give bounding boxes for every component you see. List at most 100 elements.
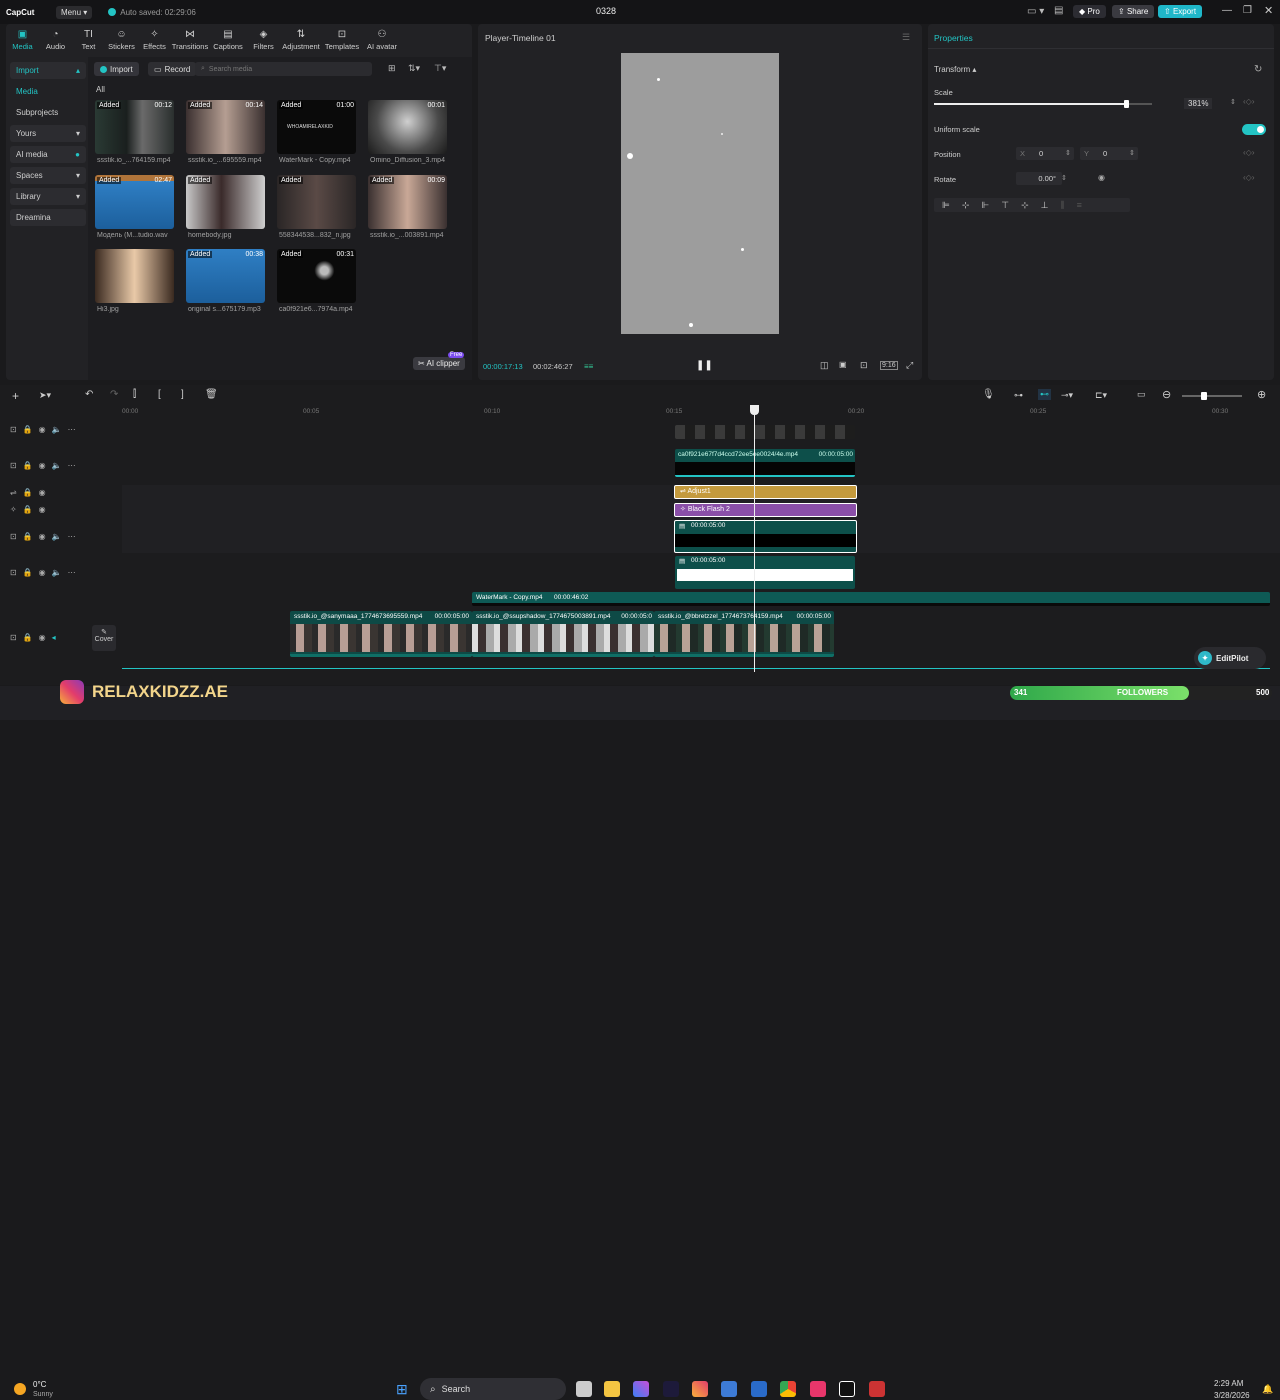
scale-slider[interactable] <box>934 100 1152 108</box>
speaker-icon[interactable]: 🔈 <box>52 568 62 577</box>
capcut-icon[interactable] <box>839 1381 855 1397</box>
after-effects-icon[interactable] <box>663 1381 679 1397</box>
zoom-slider[interactable] <box>1182 392 1242 400</box>
tab-captions[interactable]: ▤ Captions <box>209 26 247 51</box>
select-tool-icon[interactable]: ➤▾ <box>39 390 51 401</box>
export-button[interactable]: ⇧ Export <box>1158 5 1203 18</box>
stepper-icon[interactable]: ⇕ <box>1129 149 1135 157</box>
playhead-handle[interactable] <box>750 405 759 415</box>
eye-icon[interactable]: ◉ <box>39 568 46 577</box>
more-icon[interactable]: ⋯ <box>68 461 76 470</box>
record-button[interactable]: ▭ Record <box>148 62 197 76</box>
project-title[interactable]: 0328 <box>596 6 616 16</box>
instagram-app-icon[interactable] <box>692 1381 708 1397</box>
clip-main-1[interactable]: ssstik.io_@sanymaaa_1774673695559.mp4 00… <box>290 611 472 657</box>
align-middle-icon[interactable]: ⊹ <box>1021 200 1029 211</box>
notifications-icon[interactable]: 🔔 <box>1262 1384 1273 1395</box>
tab-transitions[interactable]: ⋈ Transitions <box>171 26 209 51</box>
snap-icon[interactable]: ⊸▾ <box>1061 390 1073 401</box>
copilot-icon[interactable] <box>633 1381 649 1397</box>
sidebar-item-ai-media[interactable]: AI media ● <box>10 146 86 163</box>
uniform-scale-toggle[interactable] <box>1242 124 1266 135</box>
align-top-icon[interactable]: ⊤ <box>1001 200 1009 211</box>
scale-knob[interactable] <box>1123 100 1129 108</box>
tab-filters[interactable]: ◈ Filters <box>247 26 280 51</box>
keyframe-icon[interactable]: ‹◇› <box>1243 173 1254 182</box>
clip-main-2[interactable]: ssstik.io_@ssupshadow_1774675003891.mp4 … <box>472 611 654 657</box>
player-menu-icon[interactable]: ☰ <box>902 32 910 43</box>
chrome-icon[interactable] <box>780 1381 796 1397</box>
close-icon[interactable]: ✕ <box>1264 4 1273 17</box>
zoom-out-icon[interactable]: ⊖ <box>1162 388 1171 401</box>
fullscreen-icon[interactable]: ⤢ <box>906 360 913 371</box>
task-view-icon[interactable] <box>576 1381 592 1397</box>
lock-icon[interactable]: 🔒 <box>23 461 33 470</box>
rotate-dial-icon[interactable]: ◉ <box>1098 173 1105 182</box>
speaker-icon[interactable]: 🔈 <box>52 461 62 470</box>
playhead[interactable] <box>754 407 755 672</box>
sidebar-item-subprojects[interactable]: Subprojects <box>10 104 86 121</box>
eye-icon[interactable]: ◉ <box>39 505 46 514</box>
keyframe-icon[interactable]: ‹◇› <box>1243 97 1254 106</box>
file-explorer-icon[interactable] <box>604 1381 620 1397</box>
media-thumb[interactable]: Added 02:47 <box>95 175 174 229</box>
zoom-knob[interactable] <box>1201 392 1207 400</box>
rotate-field[interactable]: 0.00° <box>1016 172 1062 185</box>
clip-adjust[interactable]: ⇌ Adjust1 <box>674 485 857 499</box>
lock-icon[interactable]: 🔒 <box>23 425 33 434</box>
weather-text[interactable]: Sunny <box>33 1391 53 1398</box>
recorder-icon[interactable] <box>869 1381 885 1397</box>
mail-icon[interactable] <box>751 1381 767 1397</box>
media-thumb[interactable]: 00:01 <box>368 100 447 154</box>
tab-audio[interactable]: ◔ Audio <box>39 26 72 51</box>
media-thumb[interactable] <box>95 249 174 303</box>
add-icon[interactable]: + <box>12 389 19 403</box>
crop-icon[interactable]: ◫ <box>820 360 829 371</box>
pro-button[interactable]: ◆ Pro <box>1073 5 1106 18</box>
clip-ca0[interactable]: ca0f921e67f7d4ccd72ee5ee0024/4e.mp4 00:0… <box>675 449 855 477</box>
more-icon[interactable]: ⋯ <box>68 532 76 541</box>
magnet-icon[interactable]: ⊷ <box>1038 389 1051 400</box>
lock-icon[interactable]: 🔒 <box>23 633 33 642</box>
mic-icon[interactable]: 🎙 <box>982 389 995 400</box>
align-right-icon[interactable]: ⊩ <box>981 200 989 211</box>
eye-icon[interactable]: ◉ <box>39 633 46 642</box>
sidebar-item-dreamina[interactable]: Dreamina <box>10 209 86 226</box>
filter-all[interactable]: All <box>96 85 105 94</box>
scale-value[interactable]: 381% <box>1184 98 1213 109</box>
tab-ai-avatar[interactable]: ⚇ AI avatar <box>362 26 402 51</box>
media-thumb[interactable]: Added 00:09 <box>368 175 447 229</box>
media-thumb[interactable]: Added <box>186 175 265 229</box>
undo-icon[interactable]: ↶ <box>85 389 93 400</box>
tab-adjustment[interactable]: ⇅ Adjustment <box>280 26 322 51</box>
tiktok-icon[interactable] <box>810 1381 826 1397</box>
delete-icon[interactable]: 🗑 <box>205 389 218 400</box>
monitor-icon[interactable]: ▭ <box>1137 389 1146 400</box>
lock-icon[interactable]: 🔒 <box>23 505 33 514</box>
menu-button[interactable]: Menu ▾ <box>56 5 93 19</box>
screenshot-icon[interactable]: ⊡ <box>860 360 868 371</box>
eye-icon[interactable]: ◉ <box>39 488 46 497</box>
speaker-icon[interactable]: 🔈 <box>52 532 62 541</box>
clip-black[interactable]: ▤ 00:00:05:00 <box>674 520 857 553</box>
store-icon[interactable] <box>721 1381 737 1397</box>
media-thumb[interactable]: Added 00:38 <box>186 249 265 303</box>
tab-media[interactable]: ▣ Media <box>6 26 39 51</box>
ai-clipper-button[interactable]: ✂ AI clipper <box>413 357 465 370</box>
filter-icon[interactable]: ⊤▾ <box>434 63 446 74</box>
transform-section[interactable]: Transform ▴ <box>934 65 976 74</box>
video-preview[interactable] <box>621 53 779 334</box>
taskbar-search[interactable]: ⌕ Search <box>420 1378 566 1400</box>
cover-button[interactable]: ✎ Cover <box>92 625 116 651</box>
eye-icon[interactable]: ◉ <box>39 461 46 470</box>
eye-icon[interactable]: ◉ <box>39 532 46 541</box>
timeline-ruler[interactable]: 00:00 00:05 00:10 00:15 00:20 00:25 00:3… <box>120 407 1280 419</box>
clip-watermark[interactable]: WaterMark - Copy.mp4 00:00:46:02 <box>472 592 1270 606</box>
minimize-icon[interactable]: — <box>1222 5 1232 16</box>
stepper-icon[interactable]: ⇕ <box>1065 149 1071 157</box>
pause-icon[interactable]: ❚❚ <box>696 360 713 371</box>
ratio-button[interactable]: 9:16 <box>880 361 898 370</box>
link-icon[interactable]: ⊶ <box>1014 390 1023 401</box>
speaker-icon[interactable]: ◂ <box>52 633 56 642</box>
full-quality-icon[interactable]: ▣ <box>839 360 847 369</box>
